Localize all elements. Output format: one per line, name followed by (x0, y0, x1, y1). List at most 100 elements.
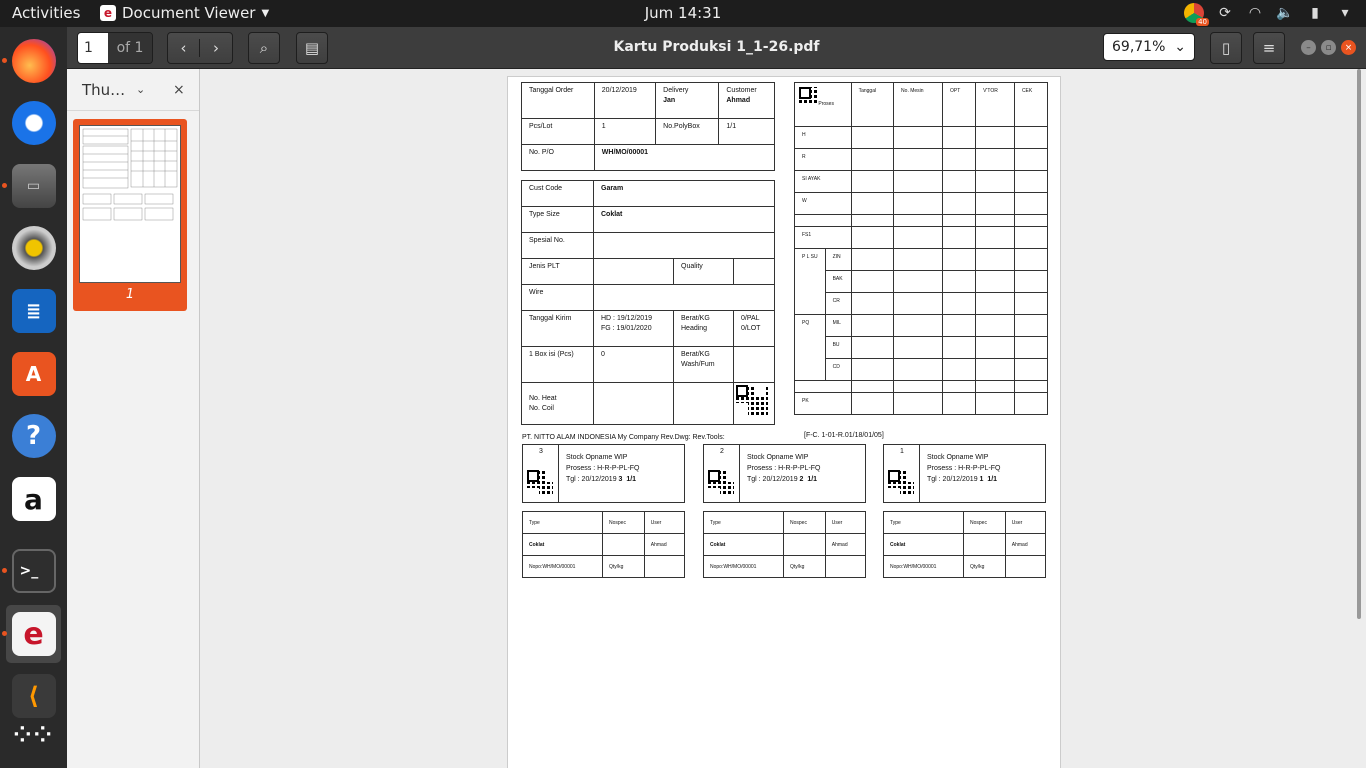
header-no-mesin: No. Mesin (893, 82, 944, 127)
page-thumbnail[interactable]: 1 (73, 119, 187, 311)
value-heat (593, 382, 674, 425)
zoom-selector[interactable]: 69,71% ⌄ (1103, 33, 1195, 61)
value-type-size: Coklat (593, 206, 775, 233)
label-heat-coil: No. Heat No. Coil (521, 382, 594, 425)
running-indicator (2, 183, 7, 188)
label-cust-code: Cust Code (521, 180, 594, 207)
running-indicator (2, 58, 7, 63)
minimize-button[interactable]: – (1301, 40, 1316, 55)
header-bar: of 1 ‹ › ⌕ ▤ Kartu Produksi 1_1-26.pdf 6… (67, 27, 1366, 69)
page-count: of 1 (108, 33, 152, 63)
grid-icon: ⁘⁘ (13, 723, 54, 748)
sync-icon[interactable]: ⟳ (1216, 4, 1234, 22)
label-pcs-lot: Pcs/Lot (521, 118, 595, 145)
document-properties-button[interactable]: ▯ (1210, 32, 1242, 64)
app-name: Document Viewer (122, 4, 256, 22)
mini-table-3: Type Nospec User Coklat Ahmad Nopo:WH/MO/00… (883, 511, 1047, 578)
page-entry[interactable]: of 1 (77, 32, 153, 64)
rhythmbox-icon (11, 226, 56, 270)
dock-terminal[interactable]: >_ (2, 542, 61, 600)
chrome-badge: 40 (1196, 18, 1209, 26)
close-sidebar-icon[interactable]: × (173, 82, 185, 98)
label-wire: Wire (521, 284, 594, 311)
activities-button[interactable]: Activities (12, 4, 80, 22)
top-bar: Activities e Document Viewer ▼ Jum 14:31… (0, 0, 1366, 27)
dock-help[interactable]: ? (6, 407, 61, 465)
form-code: [F-C. 1-01-R.01/18/01/05] (804, 432, 884, 439)
row-r: R (794, 148, 852, 171)
mini-table-2: Type Nospec User Coklat Ahmad Nopo:WH/MO/00… (703, 511, 867, 578)
vertical-scrollbar[interactable] (1357, 69, 1361, 619)
value-coil (673, 382, 734, 425)
value-po: WH/MO/00001 (593, 144, 776, 171)
document-view[interactable]: Tanggal Order 20/12/2019 Delivery Jan Cus… (201, 69, 1366, 768)
maximize-button[interactable]: ▫ (1321, 40, 1336, 55)
dock-software[interactable]: A (6, 345, 61, 403)
dock-show-apps[interactable]: ⁘⁘ (6, 707, 61, 765)
label-box-isi: 1 Box isi (Pcs) (521, 346, 594, 383)
dock-rhythmbox[interactable] (6, 219, 61, 277)
close-button[interactable]: × (1341, 40, 1356, 55)
row-bak: BAK (824, 270, 852, 293)
label-type-size: Type Size (521, 206, 594, 233)
system-tray[interactable]: 40 ⟳ ◠ 🔈 ▮ ▾ (1184, 3, 1354, 26)
document-icon: ▯ (1221, 39, 1231, 57)
page-number-input[interactable] (78, 33, 108, 63)
sidebar: Thu… ⌄ × 1 (67, 69, 200, 768)
label-jenis: Jenis PLT (521, 258, 594, 285)
caret-down-icon[interactable]: ▾ (1336, 4, 1354, 22)
dock: ▭ ≣ A ? a >_ e ⟨ ⁘⁘ (0, 27, 67, 768)
value-pcs-lot: 1 (593, 118, 657, 145)
caret-down-icon: ▼ (261, 7, 270, 19)
dock-amazon[interactable]: a (6, 470, 61, 528)
label-tanggal-order: Tanggal Order (521, 82, 595, 119)
label-customer: Customer Ahmad (718, 82, 775, 119)
pdf-page: Tanggal Order 20/12/2019 Delivery Jan Cus… (507, 76, 1061, 768)
dock-document-viewer[interactable]: e (2, 605, 61, 663)
value-spesial (593, 232, 775, 259)
mini-table-1: Type Nospec User Coklat Ahmad Nopo:WH/MO/00… (522, 511, 686, 578)
label-spesial: Spesial No. (521, 232, 594, 259)
stock-tag-2: 2 Stock Opname WIP Prosess : H-R-P-PL-FQ T… (703, 444, 866, 503)
dock-thunderbird[interactable] (6, 94, 61, 152)
terminal-icon: >_ (11, 549, 56, 593)
annotations-button[interactable]: ▤ (296, 32, 328, 64)
document-viewer-icon: e (100, 5, 116, 21)
row-w: W (794, 192, 852, 215)
label-berat-wash: Berat/KG Wash/Fum (673, 346, 734, 383)
dock-files[interactable]: ▭ (2, 157, 61, 215)
search-button[interactable]: ⌕ (248, 32, 280, 64)
search-icon: ⌕ (259, 39, 269, 57)
help-icon: ? (11, 414, 56, 458)
next-page-button[interactable]: › (200, 39, 232, 57)
battery-icon[interactable]: ▮ (1306, 4, 1324, 22)
wifi-icon[interactable]: ◠ (1246, 4, 1264, 22)
tag-number: 1 (900, 448, 904, 455)
value-tanggal-kirim: HD : 19/12/2019 FG : 19/01/2020 (593, 310, 674, 347)
running-indicator (2, 568, 7, 573)
menu-button[interactable]: ≡ (1253, 32, 1285, 64)
dock-writer[interactable]: ≣ (6, 282, 61, 340)
value-cust-code: Garam (593, 180, 775, 207)
sidebar-mode-label: Thu… (82, 80, 126, 99)
header-vtor: V'TOR (975, 82, 1015, 127)
files-icon: ▭ (11, 164, 56, 208)
qr-code-icon (888, 470, 914, 496)
value-tanggal-order: 20/12/2019 (593, 82, 657, 119)
chevron-down-icon[interactable]: ⌄ (136, 83, 145, 96)
previous-page-button[interactable]: ‹ (168, 39, 201, 57)
document-viewer-icon: e (11, 612, 56, 656)
qr-code-icon (736, 385, 768, 417)
chrome-icon[interactable]: 40 (1184, 3, 1209, 26)
thumbnail-page-number: 1 (125, 287, 135, 302)
hamburger-icon: ≡ (1262, 39, 1276, 57)
dock-firefox[interactable] (2, 32, 61, 90)
clipboard-icon: ▤ (304, 39, 320, 57)
volume-icon[interactable]: 🔈 (1276, 4, 1294, 22)
header-tanggal: Tanggal (850, 82, 895, 127)
row-mil: MIL (824, 314, 852, 337)
value-quality (733, 258, 775, 285)
label-quality: Quality (673, 258, 734, 285)
app-menu[interactable]: e Document Viewer ▼ (100, 4, 269, 22)
header-opt: OPT (942, 82, 977, 127)
